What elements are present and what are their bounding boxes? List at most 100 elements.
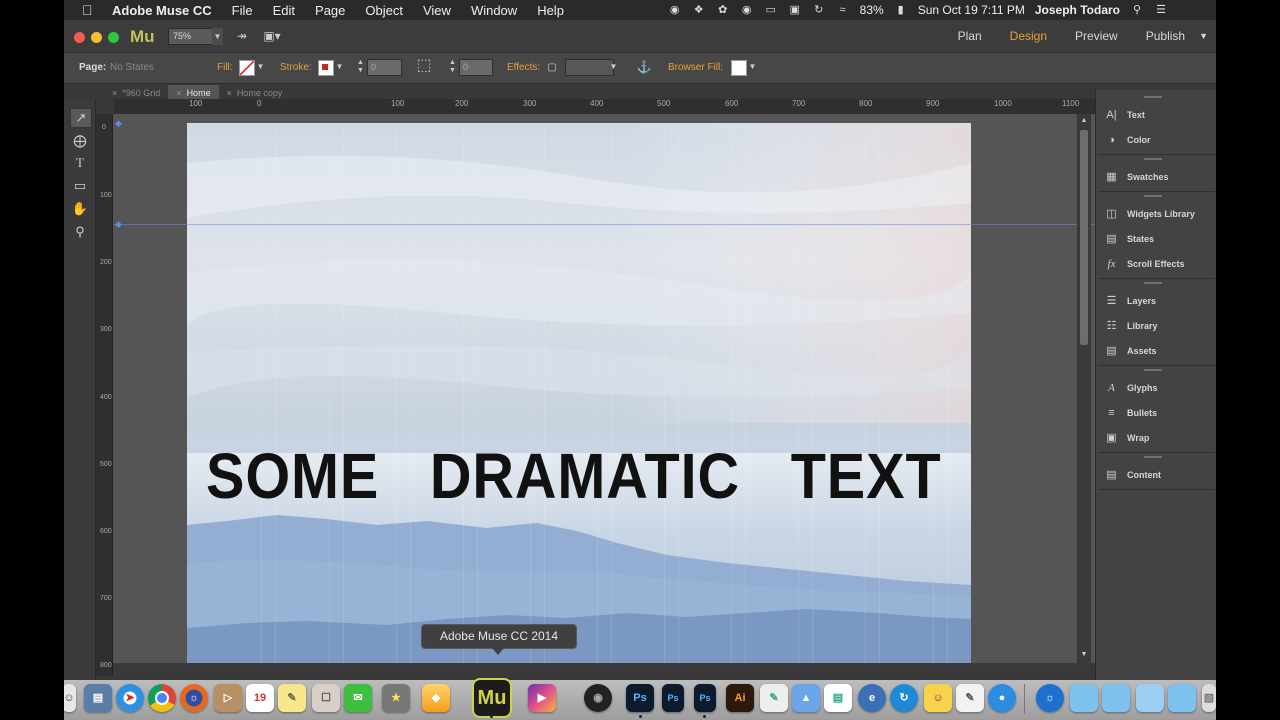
menu-page[interactable]: Page <box>315 3 345 18</box>
calendar-icon[interactable]: 19 <box>246 684 274 712</box>
plan-mode-button[interactable]: Plan <box>944 29 996 43</box>
design-canvas[interactable]: ◆ ◆ SOME DRAMATIC TEXT <box>113 114 1125 663</box>
numbers-icon[interactable]: ▤ <box>824 684 852 712</box>
panel-widgets-library[interactable]: ◫ Widgets Library <box>1104 205 1195 223</box>
battery-percent[interactable]: 83% <box>860 3 884 17</box>
panel-color[interactable]: ◑ Color <box>1104 131 1150 149</box>
selection-tool-icon[interactable]: ↗ <box>70 108 92 128</box>
close-tab-icon[interactable]: × <box>112 88 117 98</box>
rectangle-tool-icon[interactable]: ▭ <box>70 177 90 195</box>
cyberduck-icon[interactable]: ☺ <box>924 684 952 712</box>
lock-icon[interactable]: ▣ <box>788 3 802 17</box>
scroll-up-icon[interactable]: ▲ <box>1077 117 1091 124</box>
header-guide[interactable] <box>113 224 1125 225</box>
trash-files-icon[interactable]: ☐ <box>312 684 340 712</box>
final-cut-icon[interactable]: ▶ <box>528 684 556 712</box>
panel-text[interactable]: A| Text <box>1104 106 1144 124</box>
illustrator-dock-icon[interactable]: Ai <box>726 684 754 712</box>
fill-dropdown-icon[interactable]: ▼ <box>256 60 265 74</box>
panel-library[interactable]: ☷ Library <box>1104 317 1158 335</box>
zoom-window-button[interactable] <box>108 32 119 43</box>
notification-center-icon[interactable]: ☰ <box>1154 3 1168 17</box>
panel-grip[interactable] <box>1144 158 1162 160</box>
crop-tool-icon[interactable]: ⨁ <box>70 132 90 150</box>
photoshop-dock-icon[interactable]: Ps <box>626 684 654 712</box>
tab-home-copy[interactable]: × Home copy <box>219 85 291 99</box>
menu-file[interactable]: File <box>232 3 253 18</box>
anchor-icon[interactable]: ⚓ <box>634 59 654 75</box>
sync-icon[interactable]: ↻ <box>890 684 918 712</box>
publish-dropdown-icon[interactable]: ▼ <box>1199 31 1216 41</box>
airplay-icon[interactable]: ▭ <box>764 3 778 17</box>
menulet-icon[interactable]: ◉ <box>668 3 682 17</box>
record-icon[interactable]: ◉ <box>740 3 754 17</box>
stroke-dropdown-icon[interactable]: ▼ <box>335 60 344 74</box>
panel-grip[interactable] <box>1144 369 1162 371</box>
effects-dropdown-icon[interactable]: ▼ <box>609 60 618 74</box>
keynote-icon[interactable]: ▲ <box>792 684 820 712</box>
zoom-dropdown-icon[interactable]: ▼ <box>212 28 223 45</box>
preview-mode-button[interactable]: Preview <box>1061 29 1132 43</box>
close-tab-icon[interactable]: × <box>176 88 181 98</box>
header-guide-handle-icon[interactable]: ◆ <box>115 219 122 230</box>
downloads-folder-icon[interactable] <box>1168 684 1196 712</box>
internet-explorer-icon[interactable]: e <box>858 684 886 712</box>
panel-states[interactable]: ▤ States <box>1104 230 1154 248</box>
panel-assets[interactable]: ▤ Assets <box>1104 342 1156 360</box>
evernote-icon[interactable]: ✿ <box>716 3 730 17</box>
text-tool-icon[interactable]: T <box>70 154 90 172</box>
tab-home[interactable]: × Home <box>168 85 219 99</box>
panel-wrap[interactable]: ▣ Wrap <box>1104 429 1149 447</box>
stroke-width-field[interactable]: 0 <box>367 59 402 76</box>
sketch-tools-icon[interactable]: ★ <box>382 684 410 712</box>
hand-tool-icon[interactable]: ✋ <box>70 200 90 218</box>
muse-dock-icon[interactable]: Mu <box>472 678 512 718</box>
effects-field[interactable] <box>565 59 614 76</box>
messages-icon[interactable]: ✉ <box>344 684 372 712</box>
stroke-spinner-icon[interactable]: ▲ ▼ <box>356 59 365 76</box>
user-name[interactable]: Joseph Todaro <box>1035 3 1120 17</box>
browser-fill-swatch[interactable] <box>731 60 747 76</box>
apple-menu-icon[interactable]:  <box>82 2 96 18</box>
panel-layers[interactable]: ☰ Layers <box>1104 292 1156 310</box>
folder-icon[interactable] <box>1070 684 1098 712</box>
spotlight-search-icon[interactable]: ⚲ <box>1130 3 1144 17</box>
time-machine-icon[interactable]: ↻ <box>812 3 826 17</box>
vertical-scrollbar[interactable]: ▲ ▼ <box>1077 114 1091 663</box>
headline-text[interactable]: SOME DRAMATIC TEXT <box>206 439 941 513</box>
close-window-button[interactable] <box>74 32 85 43</box>
publish-mode-button[interactable]: Publish <box>1132 29 1199 43</box>
zoom-level-field[interactable]: 75% <box>168 28 218 45</box>
background-photo[interactable] <box>187 123 971 663</box>
top-guide-handle-icon[interactable]: ◆ <box>115 118 122 129</box>
finder-icon[interactable]: ☺ <box>64 684 76 712</box>
app-menu[interactable]: Adobe Muse CC <box>112 3 212 18</box>
sketch-icon[interactable]: ◆ <box>422 684 450 712</box>
network-globe-icon[interactable]: ☼ <box>1036 684 1064 712</box>
preview-app-icon[interactable]: ▤ <box>84 684 112 712</box>
corner-radius-field[interactable]: 0 <box>459 59 493 76</box>
panel-scroll-effects[interactable]: fx Scroll Effects <box>1104 255 1185 273</box>
text-file-icon[interactable]: ✎ <box>956 684 984 712</box>
scroll-down-icon[interactable]: ▼ <box>1077 651 1091 658</box>
messenger-icon[interactable]: ● <box>988 684 1016 712</box>
corner-radius-icon[interactable]: ⬚ <box>414 58 434 74</box>
scroll-thumb[interactable] <box>1080 130 1088 345</box>
photoshop-cs-dock-icon[interactable]: Ps <box>694 684 716 712</box>
dropbox-icon[interactable]: ❖ <box>692 3 706 17</box>
contacts-icon[interactable]: ▷ <box>214 684 242 712</box>
place-icon[interactable]: ↠ <box>232 28 252 44</box>
aperture-icon[interactable]: ◉ <box>584 684 612 712</box>
menu-help[interactable]: Help <box>537 3 564 18</box>
clock[interactable]: Sun Oct 19 7:11 PM <box>918 3 1025 17</box>
safari-icon[interactable]: ➤ <box>116 684 144 712</box>
menu-window[interactable]: Window <box>471 3 517 18</box>
textedit-icon[interactable]: ✎ <box>760 684 788 712</box>
wifi-icon[interactable]: ≈ <box>836 3 850 17</box>
panel-content[interactable]: ▤ Content <box>1104 466 1161 484</box>
chrome-icon[interactable] <box>148 684 176 712</box>
photoshop-alt-dock-icon[interactable]: Ps <box>662 684 684 712</box>
applications-folder-icon[interactable] <box>1102 684 1130 712</box>
horizontal-scrollbar[interactable] <box>113 663 1091 677</box>
tab-960-grid[interactable]: × *960 Grid <box>104 85 168 99</box>
